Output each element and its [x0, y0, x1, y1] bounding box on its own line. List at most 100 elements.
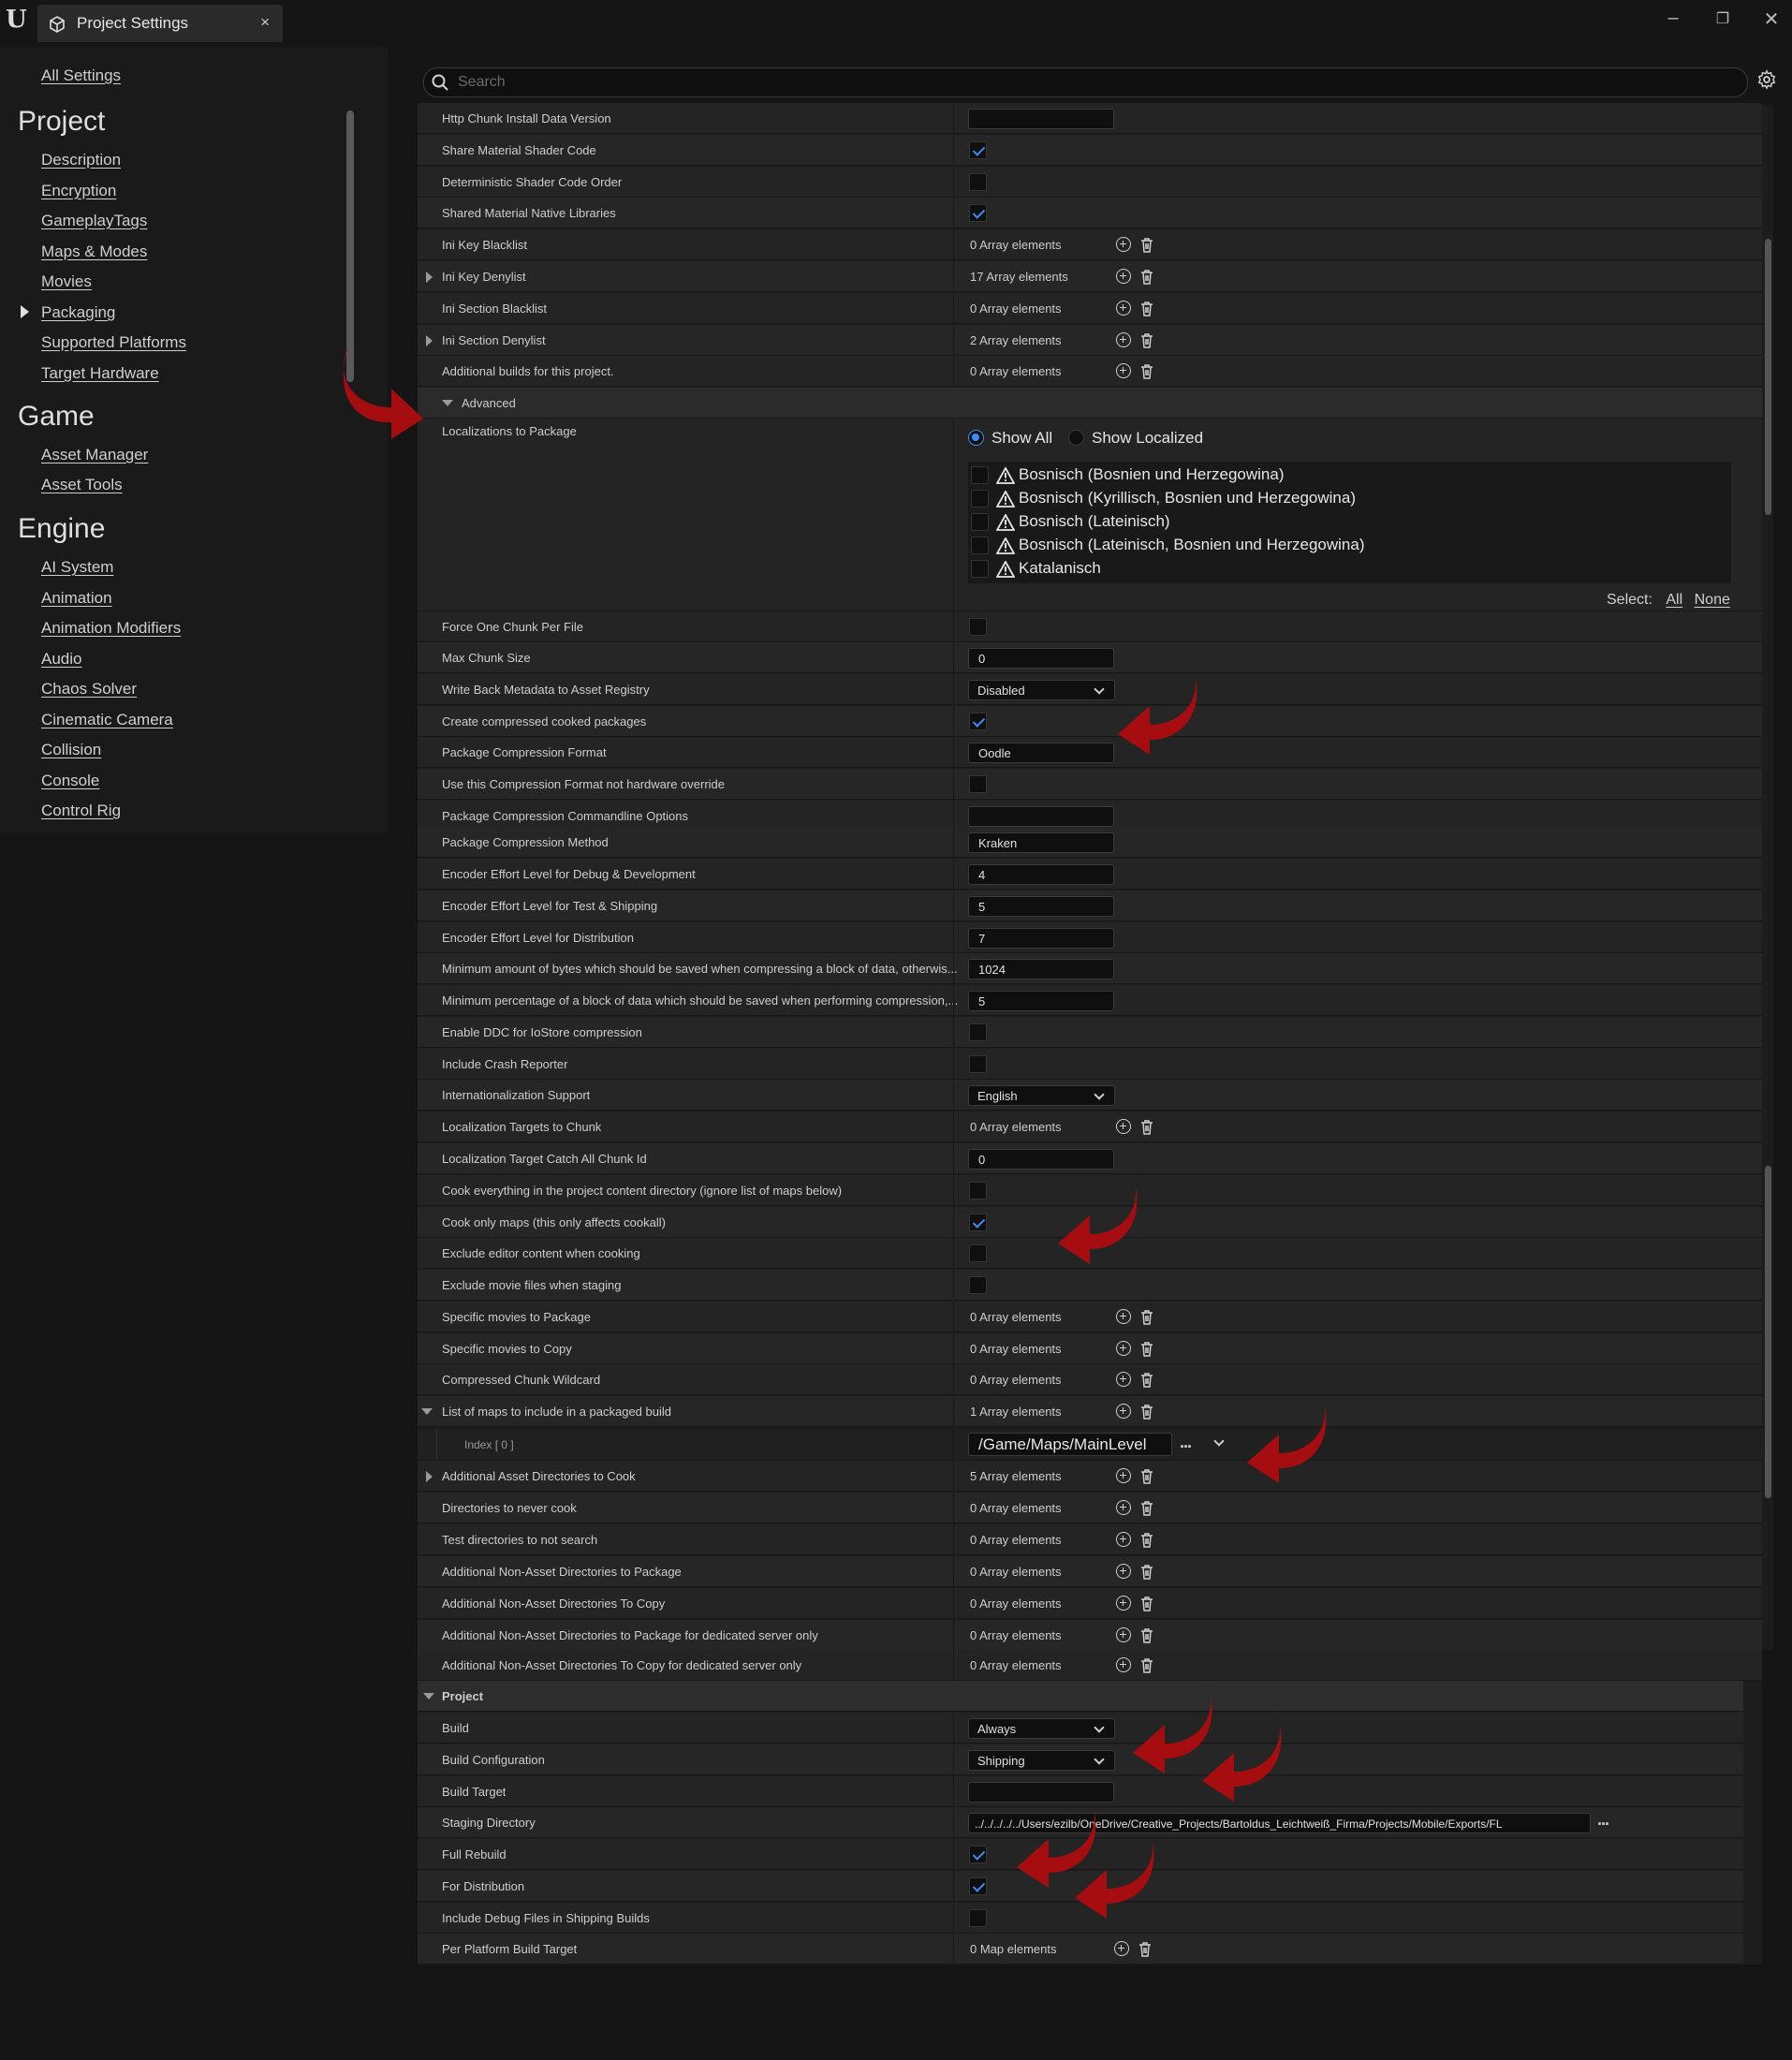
sidebar-item-control-rig[interactable]: Control Rig — [41, 802, 121, 820]
browse-icon[interactable]: ... — [1597, 1810, 1609, 1830]
list-item[interactable]: Bosnisch (Lateinisch, Bosnien und Herzeg… — [968, 534, 1717, 557]
sidebar-item-maps-modes[interactable]: Maps & Modes — [41, 243, 147, 261]
trash-icon[interactable] — [1139, 269, 1154, 285]
expand-arrow-icon[interactable] — [426, 272, 433, 283]
trash-icon[interactable] — [1139, 1596, 1154, 1611]
trash-icon[interactable] — [1139, 1657, 1154, 1673]
add-element-icon[interactable] — [1116, 1341, 1131, 1356]
add-element-icon[interactable] — [1116, 1119, 1131, 1134]
add-element-icon[interactable] — [1116, 237, 1131, 252]
add-element-icon[interactable] — [1116, 1532, 1131, 1547]
shared-native-checkbox[interactable] — [969, 204, 987, 222]
show-localized-radio[interactable] — [1068, 430, 1084, 446]
trash-icon[interactable] — [1138, 1941, 1153, 1957]
expand-arrow-icon[interactable] — [426, 335, 433, 346]
locale-checkbox[interactable] — [971, 466, 989, 484]
sidebar-item-encryption[interactable]: Encryption — [41, 182, 116, 200]
create-compressed-checkbox[interactable] — [969, 713, 987, 730]
minimize-icon[interactable]: – — [1659, 7, 1687, 29]
map-path-input[interactable]: /Game/Maps/MainLevel — [968, 1433, 1172, 1456]
add-element-icon[interactable] — [1114, 1941, 1129, 1956]
cook-everything-checkbox[interactable] — [969, 1182, 987, 1199]
full-rebuild-checkbox[interactable] — [969, 1846, 987, 1863]
gear-icon[interactable] — [1756, 69, 1777, 90]
add-element-icon[interactable] — [1116, 1372, 1131, 1387]
search-bar[interactable] — [423, 67, 1748, 97]
trash-icon[interactable] — [1139, 1627, 1154, 1643]
add-element-icon[interactable] — [1116, 1657, 1131, 1672]
sidebar-item-collision[interactable]: Collision — [41, 741, 101, 759]
trash-icon[interactable] — [1139, 332, 1154, 348]
effort-test-input[interactable]: 5 — [968, 896, 1114, 917]
locale-checkbox[interactable] — [971, 537, 989, 554]
add-element-icon[interactable] — [1116, 1309, 1131, 1324]
force-one-chunk-checkbox[interactable] — [969, 618, 987, 636]
sidebar-item-animation[interactable]: Animation — [41, 589, 112, 608]
sidebar-item-description[interactable]: Description — [41, 151, 121, 169]
add-element-icon[interactable] — [1116, 1468, 1131, 1483]
row-ini-key-denylist[interactable]: Ini Key Denylist 17 Array elements — [418, 261, 1762, 292]
add-element-icon[interactable] — [1116, 301, 1131, 316]
row-ini-section-denylist[interactable]: Ini Section Denylist 2 Array elements — [418, 325, 1762, 356]
list-item[interactable]: Bosnisch (Bosnien und Herzegowina) — [968, 464, 1717, 487]
close-window-icon[interactable]: ✕ — [1757, 7, 1785, 31]
project-section-header[interactable]: Project — [418, 1681, 1743, 1712]
trash-icon[interactable] — [1139, 1468, 1154, 1484]
min-bytes-input[interactable]: 1024 — [968, 959, 1114, 979]
enable-ddc-checkbox[interactable] — [969, 1023, 987, 1041]
effort-debug-input[interactable]: 4 — [968, 864, 1114, 885]
show-all-label[interactable]: Show All — [991, 429, 1052, 448]
add-element-icon[interactable] — [1116, 363, 1131, 378]
sidebar-all-settings[interactable]: All Settings — [41, 66, 121, 85]
trash-icon[interactable] — [1139, 301, 1154, 316]
share-material-checkbox[interactable] — [969, 141, 987, 159]
show-all-radio[interactable] — [968, 430, 984, 446]
list-item[interactable]: Bosnisch (Kyrillisch, Bosnien und Herzeg… — [968, 487, 1717, 510]
select-none-link[interactable]: None — [1695, 592, 1730, 608]
trash-icon[interactable] — [1139, 363, 1154, 379]
sidebar-item-asset-manager[interactable]: Asset Manager — [41, 446, 148, 464]
search-input[interactable] — [456, 72, 1733, 93]
sidebar-item-animation-modifiers[interactable]: Animation Modifiers — [41, 619, 181, 638]
sidebar-item-gameplaytags[interactable]: GameplayTags — [41, 212, 147, 230]
sidebar-item-packaging[interactable]: Packaging — [41, 303, 115, 322]
sidebar-item-target-hardware[interactable]: Target Hardware — [41, 364, 159, 383]
trash-icon[interactable] — [1139, 1372, 1154, 1388]
compression-cmdline-input[interactable] — [968, 806, 1114, 827]
collapse-arrow-icon[interactable] — [423, 1693, 434, 1700]
build-configuration-dropdown[interactable]: Shipping — [968, 1750, 1115, 1771]
trash-icon[interactable] — [1139, 1532, 1154, 1548]
row-additional-asset-dirs[interactable]: Additional Asset Directories to Cook 5 A… — [418, 1461, 1762, 1492]
add-element-icon[interactable] — [1116, 1500, 1131, 1515]
select-all-link[interactable]: All — [1666, 592, 1682, 608]
locale-checkbox[interactable] — [971, 560, 989, 578]
sidebar-item-ai-system[interactable]: AI System — [41, 558, 113, 577]
advanced-section-header[interactable]: Advanced — [418, 388, 1762, 419]
max-chunk-size-input[interactable]: 0 — [968, 648, 1114, 669]
add-element-icon[interactable] — [1116, 1564, 1131, 1579]
add-element-icon[interactable] — [1116, 332, 1131, 347]
i18n-dropdown[interactable]: English — [968, 1085, 1115, 1106]
trash-icon[interactable] — [1139, 1119, 1154, 1135]
trash-icon[interactable] — [1139, 1404, 1154, 1420]
include-crash-checkbox[interactable] — [969, 1055, 987, 1073]
trash-icon[interactable] — [1139, 1309, 1154, 1325]
more-options-icon[interactable]: ... — [1180, 1433, 1192, 1452]
project-settings-tab[interactable]: Project Settings × — [37, 5, 283, 42]
locale-checkbox[interactable] — [971, 490, 989, 508]
list-item[interactable]: Bosnisch (Lateinisch) — [968, 510, 1717, 534]
sidebar-item-console[interactable]: Console — [41, 772, 99, 790]
add-element-icon[interactable] — [1116, 1627, 1131, 1642]
collapse-arrow-icon[interactable] — [421, 1408, 433, 1415]
sidebar-item-asset-tools[interactable]: Asset Tools — [41, 476, 123, 494]
sidebar-item-supported-platforms[interactable]: Supported Platforms — [41, 333, 186, 352]
compression-method-input[interactable]: Kraken — [968, 832, 1114, 853]
chevron-down-icon[interactable] — [1213, 1435, 1225, 1447]
use-compression-format-checkbox[interactable] — [969, 775, 987, 793]
trash-icon[interactable] — [1139, 1341, 1154, 1357]
effort-distribution-input[interactable]: 7 — [968, 928, 1114, 949]
details-scrollbar-thumb-lower[interactable] — [1765, 1166, 1771, 1498]
add-element-icon[interactable] — [1116, 1596, 1131, 1611]
collapse-arrow-icon[interactable] — [442, 400, 453, 406]
restore-icon[interactable]: ❐ — [1709, 9, 1737, 28]
